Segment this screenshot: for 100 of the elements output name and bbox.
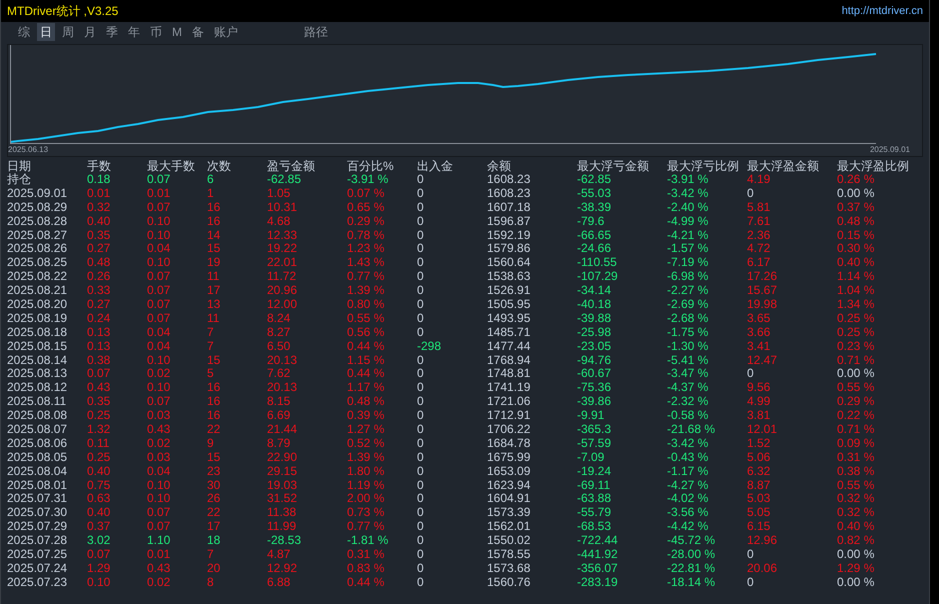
view-tab[interactable]: 周	[59, 23, 77, 41]
table-cell-text: -7.19 %	[667, 255, 710, 270]
table-cell-text: 15	[207, 450, 222, 464]
table-cell-text: 11	[207, 310, 220, 325]
table-cell-text: 1538.63	[487, 269, 532, 284]
table-cell-text: 6.15	[747, 519, 772, 534]
table-cell-text: 0.30 %	[837, 241, 876, 256]
table-cell-text: 0.03	[147, 450, 172, 464]
table-cell-text: -62.85	[577, 172, 612, 186]
table-cell-text: 1.34 %	[837, 297, 876, 311]
table-cell-text: -39.88	[577, 310, 612, 325]
view-tab[interactable]: M	[169, 23, 185, 41]
date-cell-text: 2025.08.13	[7, 366, 68, 380]
table-cell-text: 2.00 %	[347, 491, 386, 506]
table-cell-text: 14	[207, 228, 222, 242]
table-cell-text: -2.27 %	[667, 283, 710, 298]
table-cell-text: 12.01	[747, 422, 778, 436]
table-cell-text: 0.24	[87, 310, 112, 325]
table-cell-text: -110.55	[577, 255, 618, 270]
view-tab[interactable]: 月	[81, 23, 99, 41]
table-cell-text: 9.56	[747, 380, 772, 394]
date-cell-text: 2025.08.18	[7, 324, 68, 339]
table-cell-text: 8.27	[267, 324, 292, 339]
table-cell-text: -1.81 %	[347, 533, 390, 548]
table-cell-text: 8.87	[747, 478, 772, 492]
table-cell-text: 0	[417, 269, 425, 284]
column-header: 盈亏金额	[267, 159, 316, 172]
table-cell-text: -722.44	[577, 533, 619, 548]
table-cell-text: 4.68	[267, 214, 292, 228]
table-cell-text: -34.14	[577, 283, 612, 298]
table-cell-text: -3.91 %	[347, 172, 390, 186]
table-cell-text: 1604.91	[487, 491, 532, 506]
table-cell-text: -6.98 %	[667, 269, 710, 284]
table-cell-text: 7.61	[747, 214, 772, 228]
table-cell-text: 0.07	[147, 519, 172, 534]
table-cell-text: 22	[207, 505, 222, 520]
view-tab[interactable]: 日	[37, 23, 55, 41]
table-cell-text: 16	[207, 408, 222, 422]
table-cell-text: 0.63	[87, 491, 112, 506]
table-cell-text: 1706.22	[487, 422, 532, 436]
table-cell-text: 15	[207, 241, 222, 256]
date-cell-text: 2025.08.21	[7, 283, 68, 298]
table-cell-text: -3.56 %	[667, 505, 710, 520]
table-cell-text: -1.75 %	[667, 324, 710, 339]
table-cell-text: -9.91	[577, 408, 606, 422]
table-cell-text: -2.68 %	[667, 310, 710, 325]
table-cell-text: 22.01	[267, 255, 298, 270]
view-tab[interactable]: 季	[103, 23, 121, 41]
table-cell-text: 1.52	[747, 436, 772, 450]
view-tab[interactable]: 账户	[211, 23, 241, 41]
table-cell-text: 0.13	[87, 324, 112, 339]
table-cell-text: 2.36	[747, 228, 772, 242]
table-cell-text: 29.15	[267, 464, 298, 478]
table-cell-text: 1562.01	[487, 519, 532, 534]
table-cell-text: 0.43	[147, 560, 172, 575]
table-cell-text: 0	[747, 574, 755, 589]
website-link[interactable]: http://mtdriver.cn	[842, 2, 923, 20]
table-cell-text: -2.32 %	[667, 394, 710, 408]
table-cell-text: 1607.18	[487, 200, 532, 214]
table-cell-text: 0.10	[147, 255, 172, 270]
table-cell-text: -94.76	[577, 352, 612, 366]
table-cell-text: 0.73 %	[347, 505, 386, 520]
table-cell-text: 0.01	[147, 186, 172, 200]
table-cell-text: 1721.06	[487, 394, 532, 408]
table-cell-text: 0.04	[147, 241, 172, 256]
table-cell-text: 1.19 %	[347, 478, 386, 492]
date-cell-text: 2025.08.19	[7, 310, 68, 325]
table-cell-text: 18	[207, 533, 222, 548]
view-tab[interactable]: 币	[147, 23, 165, 41]
table-cell-text: 4.19	[747, 172, 772, 186]
table-cell-text: 0.77 %	[347, 269, 386, 284]
table-cell-text: 0.39 %	[347, 408, 386, 422]
table-cell-text: -1.17 %	[667, 464, 710, 478]
view-tab[interactable]: 路径	[301, 23, 331, 41]
table-cell-text: 0	[417, 574, 425, 589]
table-cell-text: -75.36	[577, 380, 612, 394]
view-tab[interactable]: 年	[125, 23, 143, 41]
table-cell-text: 6.50	[267, 338, 292, 353]
date-cell-text: 2025.08.29	[7, 200, 68, 214]
table-cell-text: 0.35	[87, 394, 112, 408]
end-date-label: 2025.09.01	[870, 144, 910, 156]
view-tab[interactable]: 备	[189, 23, 207, 41]
table-cell-text: 0	[417, 533, 425, 548]
table-cell-text: 16	[207, 380, 222, 394]
table-cell-text: 1.29 %	[837, 560, 876, 575]
table-cell-text: 0.40 %	[837, 255, 876, 270]
date-cell-text: 2025.08.15	[7, 338, 68, 353]
table-cell-text: -28.00 %	[667, 547, 716, 561]
view-tab[interactable]: 综	[15, 23, 33, 41]
table-cell-text: 0.13	[87, 338, 112, 353]
table-cell-text: 5.81	[747, 200, 772, 214]
table-cell-text: 7	[207, 338, 215, 353]
table-cell-text: 5.06	[747, 450, 772, 464]
table-cell-text: 1768.94	[487, 352, 532, 366]
table-cell-text: 1.39 %	[347, 283, 386, 298]
table-cell-text: 3.81	[747, 408, 772, 422]
table-cell-text: 0.38 %	[837, 464, 876, 478]
table-cell-text: -22.81 %	[667, 560, 716, 575]
table-cell-text: 0	[417, 214, 425, 228]
table-cell-text: 0.03	[147, 408, 172, 422]
